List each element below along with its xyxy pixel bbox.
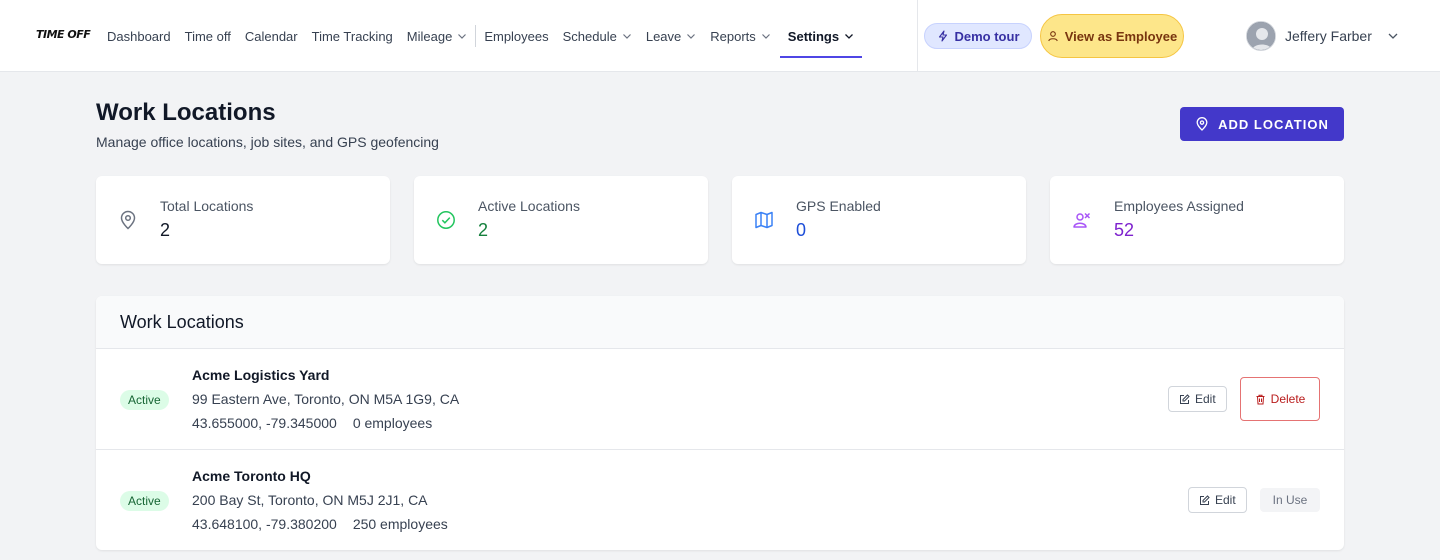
delete-label: Delete: [1270, 392, 1306, 406]
nav-label: Settings: [787, 28, 840, 44]
nav-leave[interactable]: Leave: [639, 0, 703, 72]
view-as-employee-label: View as Employee: [1064, 28, 1178, 44]
delete-button[interactable]: Delete: [1240, 377, 1320, 421]
nav-employees[interactable]: Employees: [477, 0, 555, 72]
chevron-down-icon: [1388, 33, 1398, 39]
user-menu[interactable]: Jeffery Farber: [1246, 20, 1399, 52]
work-locations-table: Work Locations Active Acme Logistics Yar…: [96, 296, 1344, 550]
stat-card-gps-enabled: GPS Enabled 0: [732, 176, 1026, 264]
stat-value: 2: [478, 220, 489, 240]
location-coordinates: 43.648100, -79.380200: [192, 516, 337, 532]
demo-tour-label: Demo tour: [954, 28, 1020, 44]
edit-icon: [1180, 393, 1190, 404]
top-navigation-bar: TIME OFF Dashboard Time off Calendar Tim…: [0, 0, 1440, 72]
nav-divider: [475, 25, 477, 47]
location-coordinates: 43.655000, -79.345000: [192, 415, 337, 431]
table-title: Work Locations: [96, 296, 1344, 349]
edit-label: Edit: [1215, 493, 1236, 507]
status-badge: Active: [120, 390, 169, 410]
nav-schedule[interactable]: Schedule: [556, 0, 639, 72]
nav-label: Schedule: [562, 28, 617, 44]
stat-label: GPS Enabled: [796, 198, 881, 214]
nav-settings[interactable]: Settings: [779, 0, 863, 72]
location-address: 200 Bay St, Toronto, ON M5J 2J1, CA: [192, 492, 428, 508]
map-pin-icon: [1196, 117, 1208, 131]
table-row: Active Acme Logistics Yard 99 Eastern Av…: [96, 349, 1344, 450]
users-icon: [1073, 212, 1091, 228]
location-meta: 43.655000, -79.345000 0 employees: [192, 415, 432, 431]
nav-label: Employees: [484, 28, 549, 44]
avatar-silhouette-icon: [1247, 22, 1275, 50]
stat-value: 2: [160, 220, 171, 240]
nav-reports[interactable]: Reports: [703, 0, 778, 72]
nav-label: Time Tracking: [311, 28, 393, 44]
page-subtitle: Manage office locations, job sites, and …: [96, 134, 439, 150]
trash-icon: [1256, 394, 1265, 404]
stat-card-total-locations: Total Locations 2: [96, 176, 390, 264]
stat-value: 52: [1114, 220, 1135, 240]
nav-label: Leave: [645, 28, 682, 44]
nav-mileage[interactable]: Mileage: [400, 0, 475, 72]
location-name: Acme Logistics Yard: [192, 367, 330, 383]
chevron-down-icon: [622, 34, 631, 39]
stat-card-employees-assigned: Employees Assigned 52: [1050, 176, 1344, 264]
location-employee-count: 0 employees: [352, 415, 433, 431]
chevron-down-icon: [458, 34, 467, 39]
status-badge: Active: [120, 491, 169, 511]
view-as-employee-button[interactable]: View as Employee: [1040, 14, 1184, 58]
stat-label: Employees Assigned: [1114, 198, 1244, 214]
chevron-down-icon: [845, 34, 854, 39]
lightning-icon: [938, 30, 947, 42]
nav-time-tracking[interactable]: Time Tracking: [305, 0, 400, 72]
nav-label: Dashboard: [107, 28, 171, 44]
stat-label: Active Locations: [478, 198, 580, 214]
map-pin-icon: [120, 210, 136, 230]
location-meta: 43.648100, -79.380200 250 employees: [192, 516, 448, 532]
add-location-button[interactable]: ADD LOCATION: [1180, 107, 1344, 141]
location-employee-count: 250 employees: [352, 516, 448, 532]
check-circle-icon: [437, 211, 455, 229]
location-address: 99 Eastern Ave, Toronto, ON M5A 1G9, CA: [192, 391, 460, 407]
nav-label: Time off: [184, 28, 231, 44]
nav-label: Mileage: [406, 28, 453, 44]
stat-label: Total Locations: [160, 198, 254, 214]
main-nav: Dashboard Time off Calendar Time Trackin…: [100, 0, 863, 72]
edit-button[interactable]: Edit: [1168, 386, 1227, 412]
nav-time-off[interactable]: Time off: [178, 0, 238, 72]
edit-icon: [1200, 494, 1210, 505]
user-name: Jeffery Farber: [1285, 28, 1372, 44]
nav-label: Reports: [710, 28, 756, 44]
avatar: [1246, 21, 1276, 51]
edit-button[interactable]: Edit: [1188, 487, 1247, 513]
edit-label: Edit: [1195, 392, 1216, 406]
nav-dashboard[interactable]: Dashboard: [100, 0, 178, 72]
map-icon: [755, 211, 773, 229]
stat-value: 0: [796, 220, 807, 240]
add-location-label: ADD LOCATION: [1218, 116, 1329, 132]
page-title: Work Locations: [96, 99, 276, 126]
chevron-down-icon: [687, 34, 696, 39]
in-use-badge: In Use: [1260, 488, 1320, 512]
nav-label: Calendar: [244, 28, 298, 44]
demo-tour-button[interactable]: Demo tour: [924, 23, 1032, 49]
app-logo[interactable]: TIME OFF: [36, 28, 91, 41]
stat-card-active-locations: Active Locations 2: [414, 176, 708, 264]
header-divider: [917, 0, 918, 72]
chevron-down-icon: [761, 34, 770, 39]
table-row: Active Acme Toronto HQ 200 Bay St, Toron…: [96, 450, 1344, 550]
nav-calendar[interactable]: Calendar: [238, 0, 305, 72]
location-name: Acme Toronto HQ: [192, 468, 311, 484]
user-icon: [1048, 31, 1058, 42]
